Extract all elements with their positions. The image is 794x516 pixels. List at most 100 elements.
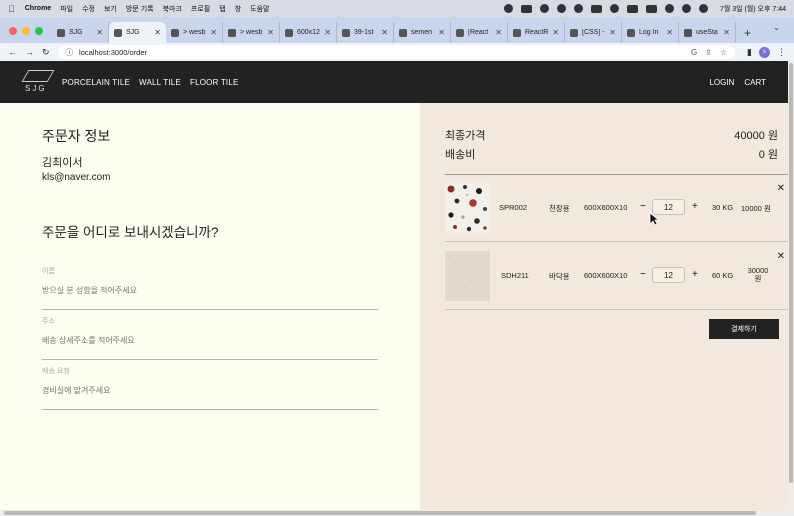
browser-tab[interactable]: > wesb ✕ <box>166 22 223 43</box>
browser-tab[interactable]: [React ✕ <box>451 22 508 43</box>
menu-window[interactable]: 창 <box>235 4 241 14</box>
bookmark-star-icon[interactable]: ☆ <box>720 48 727 57</box>
remove-item-button[interactable]: ✕ <box>777 251 785 262</box>
menubar-clock[interactable]: 7월 3일 (월) 오후 7:44 <box>720 4 786 14</box>
input-source-icon[interactable] <box>626 4 638 13</box>
delivery-request-input[interactable] <box>42 386 362 395</box>
decrease-qty-button[interactable]: − <box>640 201 646 212</box>
chat-icon[interactable] <box>539 4 549 13</box>
site-logo[interactable]: SJG <box>21 67 56 97</box>
tab-close-icon[interactable]: ✕ <box>96 28 103 37</box>
browser-tab[interactable]: 600x12 ✕ <box>280 22 337 43</box>
google-icon[interactable]: G <box>691 48 697 57</box>
tab-close-icon[interactable]: ✕ <box>324 28 331 37</box>
menu-app-chrome[interactable]: Chrome <box>25 5 51 12</box>
wifi-icon[interactable] <box>664 4 674 13</box>
recipient-name-field: 이름 <box>42 266 378 310</box>
cloud-icon[interactable] <box>590 4 602 13</box>
tab-favicon-icon <box>399 28 407 37</box>
new-tab-button[interactable]: + <box>744 26 751 40</box>
menu-help[interactable]: 도움말 <box>250 4 269 14</box>
address-input[interactable] <box>42 336 362 345</box>
close-window-button[interactable] <box>9 27 17 35</box>
tab-favicon-icon <box>57 28 65 37</box>
browser-tab[interactable]: > wesb ✕ <box>223 22 280 43</box>
browser-tab[interactable]: ReactR ✕ <box>508 22 565 43</box>
tab-close-icon[interactable]: ✕ <box>381 28 388 37</box>
browser-toolbar: ← → ↻ ⓘ localhost:3000/order G ⇪ ☆ ▮ s ⋮ <box>0 43 794 61</box>
address-bar[interactable]: ⓘ localhost:3000/order G ⇪ ☆ <box>57 45 736 59</box>
url-text[interactable]: localhost:3000/order <box>79 48 147 57</box>
browser-tab[interactable]: semen ✕ <box>394 22 451 43</box>
menu-tab[interactable]: 탭 <box>219 4 225 14</box>
history-icon[interactable] <box>609 4 619 13</box>
menu-profiles[interactable]: 프로필 <box>191 4 210 14</box>
tab-favicon-icon <box>114 28 122 37</box>
forward-arrow-icon[interactable]: → <box>25 47 34 57</box>
checkout-button[interactable]: 결제하기 <box>709 319 779 339</box>
menu-bookmarks[interactable]: 북마크 <box>163 4 182 14</box>
more-menu-icon[interactable]: ⋮ <box>777 47 786 58</box>
tab-close-icon[interactable]: ✕ <box>495 28 502 37</box>
zoom-window-button[interactable] <box>35 27 43 35</box>
tab-favicon-icon <box>684 28 692 37</box>
cart-item: SPR002 천장용 600X600X10 − 12 + 30 KG 10000… <box>445 175 788 242</box>
tab-close-icon[interactable]: ✕ <box>552 28 559 37</box>
mouse-cursor-icon <box>649 212 659 226</box>
tab-close-icon[interactable]: ✕ <box>210 28 217 37</box>
browser-tab[interactable]: 39-1st ✕ <box>337 22 394 43</box>
increase-qty-button[interactable]: + <box>692 201 698 212</box>
logo-text: SJG <box>25 84 47 93</box>
browser-tab[interactable]: [CSS] - ✕ <box>565 22 622 43</box>
minimize-window-button[interactable] <box>22 27 30 35</box>
profile-avatar[interactable]: s <box>759 46 770 58</box>
horizontal-scrollbar[interactable] <box>0 510 788 516</box>
spotlight-search-icon[interactable] <box>681 4 691 13</box>
nav-porcelain-tile[interactable]: PORCELAIN TILE <box>62 78 130 87</box>
tab-close-icon[interactable]: ✕ <box>723 28 730 37</box>
keyboard-icon[interactable] <box>556 4 566 13</box>
product-thumbnail[interactable] <box>445 183 490 233</box>
tab-favicon-icon <box>456 28 464 37</box>
remove-item-button[interactable]: ✕ <box>777 183 785 194</box>
nav-floor-tile[interactable]: FLOOR TILE <box>190 78 239 87</box>
site-info-icon[interactable]: ⓘ <box>66 47 74 58</box>
side-panel-icon[interactable]: ▮ <box>747 47 752 58</box>
browser-tab[interactable]: Log In ✕ <box>622 22 679 43</box>
product-thumbnail[interactable] <box>445 251 490 301</box>
menu-history[interactable]: 방문 기록 <box>126 4 154 14</box>
horizontal-scrollbar-thumb[interactable] <box>4 511 756 515</box>
reload-icon[interactable]: ↻ <box>42 47 50 58</box>
cart-link[interactable]: CART <box>744 78 766 87</box>
tab-close-icon[interactable]: ✕ <box>438 28 445 37</box>
menu-edit[interactable]: 수정 <box>82 4 95 14</box>
share-icon[interactable]: ⇪ <box>705 48 712 57</box>
decrease-qty-button[interactable]: − <box>640 269 646 280</box>
increase-qty-button[interactable]: + <box>692 269 698 280</box>
tab-close-icon[interactable]: ✕ <box>609 28 616 37</box>
tab-close-icon[interactable]: ✕ <box>666 28 673 37</box>
menu-file[interactable]: 파일 <box>60 4 73 14</box>
apple-icon[interactable]:  <box>8 4 15 14</box>
browser-tab-active[interactable]: SJG ✕ <box>109 22 166 43</box>
nav-wall-tile[interactable]: WALL TILE <box>139 78 181 87</box>
record-icon[interactable] <box>503 4 513 13</box>
vertical-scrollbar-thumb[interactable] <box>789 63 793 483</box>
tab-close-icon[interactable]: ✕ <box>267 28 274 37</box>
browser-tab-strip: SJG ✕ SJG ✕ > wesb ✕ > wesb ✕ 600x12 ✕ 39-1st… <box>0 17 794 43</box>
browser-tab[interactable]: useSta ✕ <box>679 22 736 43</box>
login-link[interactable]: LOGIN <box>709 78 734 87</box>
browser-tab[interactable]: SJG ✕ <box>52 22 109 43</box>
product-usage: 천장용 <box>549 204 570 213</box>
tab-search-chevron-icon[interactable]: ⌄ <box>773 23 780 32</box>
recipient-name-input[interactable] <box>42 286 362 295</box>
address-field: 주소 <box>42 316 378 360</box>
vertical-scrollbar[interactable] <box>788 61 794 516</box>
glasses-icon[interactable] <box>520 4 532 13</box>
menu-view[interactable]: 보기 <box>104 4 117 14</box>
control-center-icon[interactable] <box>698 4 708 13</box>
bluetooth-icon[interactable] <box>573 4 583 13</box>
tab-close-icon[interactable]: ✕ <box>154 28 161 37</box>
quantity-input[interactable]: 12 <box>652 267 685 283</box>
back-arrow-icon[interactable]: ← <box>8 47 17 57</box>
